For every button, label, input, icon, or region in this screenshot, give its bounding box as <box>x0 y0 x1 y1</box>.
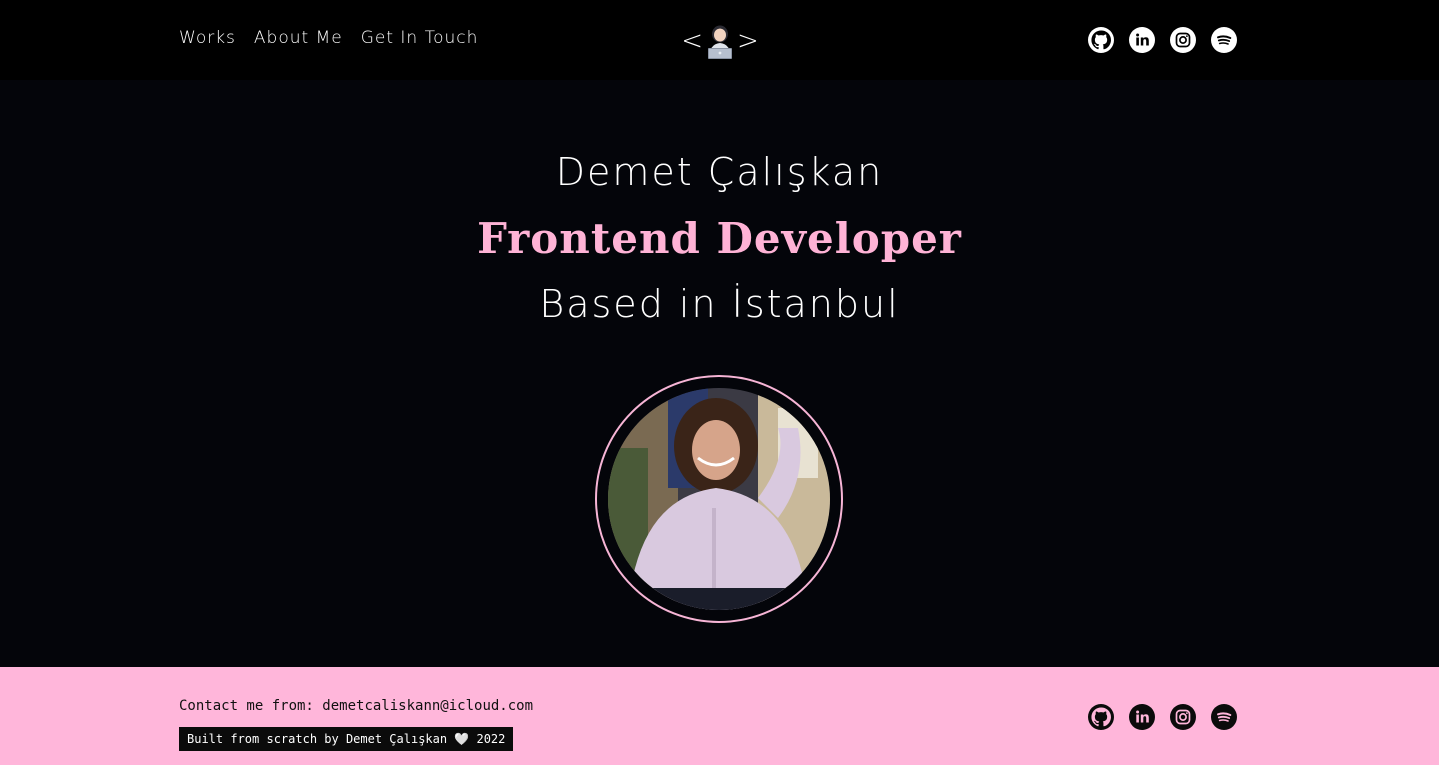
main-nav: Works About Me Get In Touch <box>179 28 478 48</box>
instagram-icon <box>1175 709 1191 725</box>
instagram-link[interactable] <box>1170 27 1196 53</box>
instagram-icon <box>1175 32 1191 48</box>
top-navbar: Works About Me Get In Touch < > <box>0 0 1439 80</box>
linkedin-icon <box>1136 33 1149 46</box>
github-icon <box>1091 707 1111 727</box>
spotify-icon <box>1217 712 1232 722</box>
linkedin-link[interactable] <box>1129 704 1155 730</box>
linkedin-icon <box>1136 710 1149 723</box>
nav-link-get-in-touch[interactable]: Get In Touch <box>361 28 479 48</box>
contact-email-link[interactable]: demetcaliskann@icloud.com <box>322 698 533 714</box>
spotify-link[interactable] <box>1211 704 1237 730</box>
linkedin-link[interactable] <box>1129 27 1155 53</box>
instagram-link[interactable] <box>1170 704 1196 730</box>
site-logo[interactable]: < > <box>681 22 759 60</box>
profile-photo-frame <box>595 375 843 623</box>
contact-line: Contact me from: demetcaliskann@icloud.c… <box>179 698 533 714</box>
hero-role: Frontend Developer <box>477 214 962 263</box>
technologist-emoji-icon <box>703 23 737 59</box>
spotify-link[interactable] <box>1211 27 1237 53</box>
profile-photo <box>608 388 830 610</box>
logo-right-bracket: > <box>737 26 759 56</box>
spotify-icon <box>1217 35 1232 45</box>
hero-name: Demet Çalışkan <box>555 150 884 194</box>
logo-left-bracket: < <box>681 26 703 56</box>
hero-location: Based in İstanbul <box>539 282 900 326</box>
credit-badge: Built from scratch by Demet Çalışkan 🤍 2… <box>179 727 514 751</box>
github-icon <box>1091 30 1111 50</box>
nav-link-works[interactable]: Works <box>179 28 236 48</box>
footer-social-links <box>1088 704 1237 730</box>
github-link[interactable] <box>1088 27 1114 53</box>
nav-link-about-me[interactable]: About Me <box>254 28 343 48</box>
contact-prefix: Contact me from: <box>179 698 323 714</box>
github-link[interactable] <box>1088 704 1114 730</box>
header-social-links <box>1088 27 1237 53</box>
